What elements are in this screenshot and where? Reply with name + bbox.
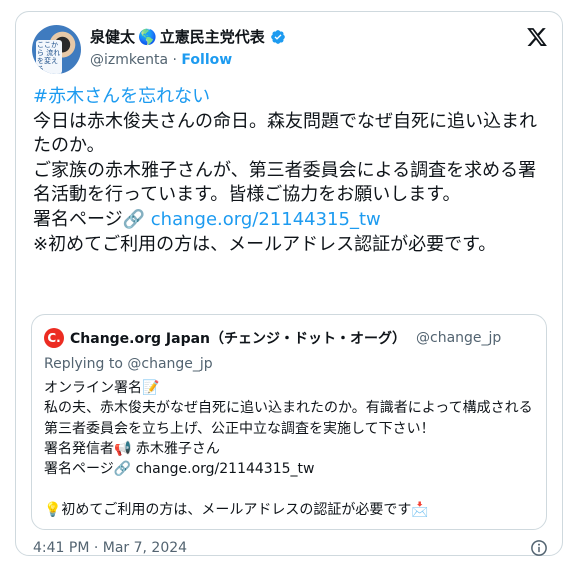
quoted-tweet[interactable]: C. Change.org Japan（チェンジ・ドット・オーグ） @chang…: [31, 314, 547, 530]
x-logo-icon[interactable]: [526, 26, 548, 48]
change-org-logo-icon: C.: [44, 328, 64, 348]
tweet-text-tail: ※初めてご利用の方は、メールアドレス認証が必要です。: [33, 233, 497, 255]
avatar[interactable]: ここから 流れを変える: [32, 25, 81, 74]
tweet-card: ここから 流れを変える 泉健太 🌎 立憲民主党代表 @izmkenta · Fo…: [15, 11, 563, 556]
info-icon[interactable]: [530, 539, 548, 557]
petition-link[interactable]: change.org/21144315_tw: [151, 209, 381, 230]
quoted-text: オンライン署名📝 私の夫、赤木俊夫がなぜ自死に追い込まれたのか。有識者によって構…: [44, 380, 533, 518]
quoted-author-name[interactable]: Change.org Japan（チェンジ・ドット・オーグ）: [70, 328, 406, 348]
timestamp[interactable]: 4:41 PM · Mar 7, 2024: [33, 540, 187, 556]
author-handle[interactable]: @izmkenta: [90, 52, 168, 68]
separator-dot: ·: [172, 52, 177, 68]
globe-icon: 🌎: [138, 27, 157, 46]
handle-row: @izmkenta · Follow: [90, 52, 232, 68]
quoted-author-handle[interactable]: @change_jp: [416, 330, 501, 346]
author-name-row[interactable]: 泉健太 🌎 立憲民主党代表: [90, 26, 286, 47]
author-party[interactable]: 立憲民主党代表: [160, 26, 265, 47]
tweet-text: #赤木さんを忘れない 今日は赤木俊夫さんの命日。森友問題でなぜ自死に追い込まれた…: [33, 85, 543, 257]
replying-to: Replying to @change_jp: [44, 356, 213, 372]
quoted-header: C. Change.org Japan（チェンジ・ドット・オーグ） @chang…: [44, 328, 501, 348]
verified-badge-icon: [270, 29, 285, 44]
hashtag-link[interactable]: #赤木さんを忘れない: [33, 86, 210, 107]
avatar-caption: ここから 流れを変える: [36, 40, 62, 74]
author-name[interactable]: 泉健太: [90, 26, 135, 47]
follow-button[interactable]: Follow: [181, 52, 232, 68]
